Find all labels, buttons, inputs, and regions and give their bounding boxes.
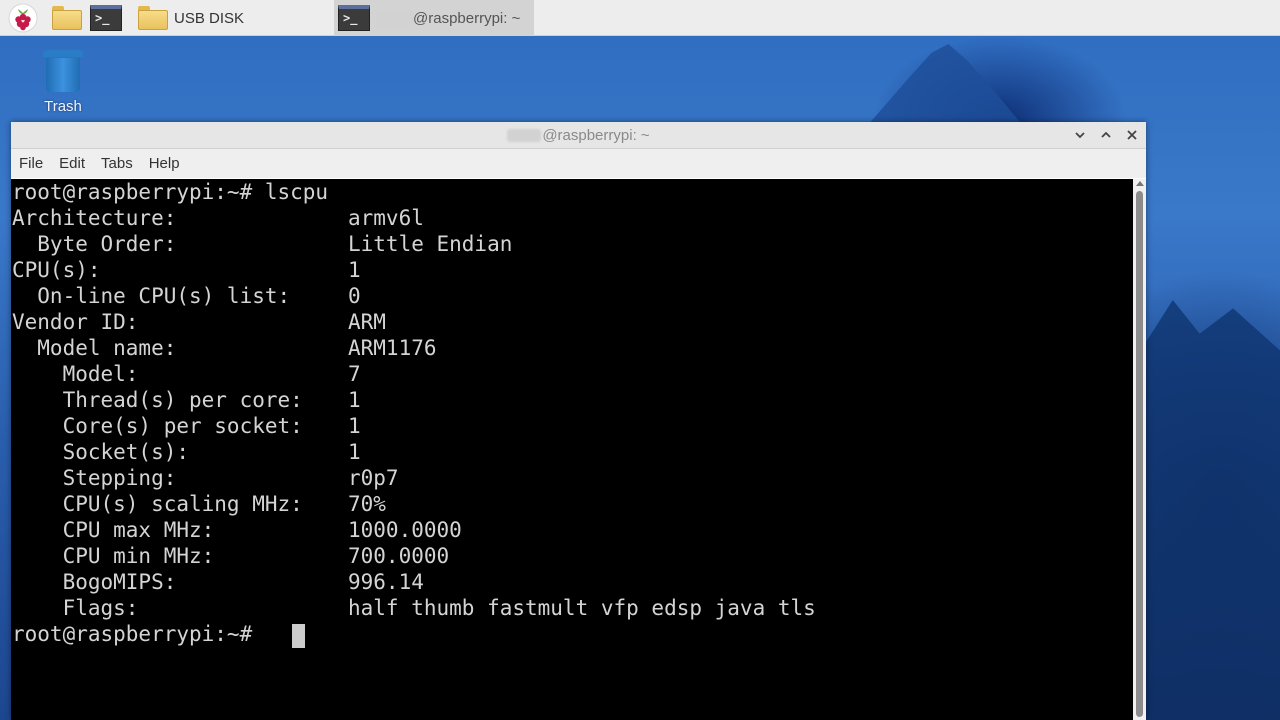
terminal-icon: >_ <box>90 5 122 31</box>
output-key: Flags: <box>12 596 139 620</box>
taskbar: >_ USB DISK >_ @raspberrypi: ~ <box>0 0 1280 36</box>
menu-file[interactable]: File <box>19 155 43 172</box>
output-value: Little Endian <box>348 232 513 256</box>
output-value: 1 <box>348 440 361 464</box>
output-key: Model: <box>12 362 139 386</box>
output-value: ARM <box>348 310 386 334</box>
output-value: half thumb fastmult vfp edsp java tls <box>348 596 816 620</box>
output-key: Vendor ID: <box>12 310 139 334</box>
folder-icon <box>138 6 168 30</box>
terminal-scrollbar[interactable] <box>1133 179 1146 720</box>
raspberry-pi-menu-button[interactable] <box>6 0 40 36</box>
menu-tabs[interactable]: Tabs <box>101 155 133 172</box>
output-key: Byte Order: <box>12 232 177 256</box>
wallpaper-mountain <box>860 44 1030 134</box>
output-value: 1 <box>348 258 361 282</box>
menu-edit[interactable]: Edit <box>59 155 85 172</box>
menu-help[interactable]: Help <box>149 155 180 172</box>
terminal-prompt: root@raspberrypi:~# <box>12 622 265 646</box>
minimize-button[interactable] <box>1072 127 1088 143</box>
output-value: 1000.0000 <box>348 518 462 542</box>
redacted-username <box>507 129 542 142</box>
output-value: 7 <box>348 362 361 386</box>
maximize-button[interactable] <box>1098 127 1114 143</box>
output-key: CPU(s): <box>12 258 101 282</box>
output-key: Thread(s) per core: <box>12 388 303 412</box>
file-manager-launcher[interactable] <box>52 0 82 36</box>
output-value: 1 <box>348 414 361 438</box>
output-value: 996.14 <box>348 570 424 594</box>
folder-icon <box>52 6 82 30</box>
terminal-icon: >_ <box>338 5 370 31</box>
redacted-username <box>378 11 412 25</box>
desktop-icon-trash[interactable]: Trash <box>32 50 94 120</box>
scrollbar-thumb[interactable] <box>1136 191 1143 717</box>
output-value: 70% <box>348 492 386 516</box>
output-key: Architecture: <box>12 206 177 230</box>
taskbar-task-label: @raspberrypi: ~ <box>413 9 521 27</box>
terminal-command-line: root@raspberrypi:~# lscpu <box>12 180 329 204</box>
chevron-up-icon <box>1101 131 1111 138</box>
terminal-cursor <box>292 624 305 648</box>
output-value: 0 <box>348 284 361 308</box>
output-key: CPU min MHz: <box>12 544 215 568</box>
window-titlebar[interactable]: @raspberrypi: ~ <box>11 122 1146 149</box>
output-key: Socket(s): <box>12 440 190 464</box>
terminal-launcher[interactable]: >_ <box>90 0 122 36</box>
close-icon <box>1127 130 1137 140</box>
taskbar-task-terminal[interactable]: >_ @raspberrypi: ~ <box>334 0 534 36</box>
output-value: r0p7 <box>348 466 399 490</box>
chevron-down-icon <box>1075 132 1085 139</box>
raspberry-icon <box>8 3 38 33</box>
output-value: armv6l <box>348 206 424 230</box>
output-key: BogoMIPS: <box>12 570 177 594</box>
taskbar-task-label: USB DISK <box>174 9 245 27</box>
taskbar-task-usb-disk[interactable]: USB DISK <box>138 0 244 36</box>
scroll-up-arrow-icon[interactable] <box>1136 181 1144 186</box>
output-value: 700.0000 <box>348 544 450 568</box>
wallpaper-hill <box>1146 300 1280 720</box>
output-key: Stepping: <box>12 466 177 490</box>
desktop-icon-label: Trash <box>44 98 82 115</box>
output-key: On-line CPU(s) list: <box>12 284 291 308</box>
window-title: @raspberrypi: ~ <box>11 122 1146 149</box>
close-button[interactable] <box>1124 127 1140 143</box>
output-key: Model name: <box>12 336 177 360</box>
output-value: ARM1176 <box>348 336 437 360</box>
output-key: CPU max MHz: <box>12 518 215 542</box>
terminal-window: @raspberrypi: ~ File Edit Tabs Help root… <box>11 122 1146 720</box>
output-key: CPU(s) scaling MHz: <box>12 492 303 516</box>
menu-bar: File Edit Tabs Help <box>11 149 1146 178</box>
terminal-output[interactable]: root@raspberrypi:~# lscpu Architecture: … <box>11 179 1133 720</box>
trash-icon <box>43 50 83 92</box>
output-value: 1 <box>348 388 361 412</box>
output-key: Core(s) per socket: <box>12 414 303 438</box>
